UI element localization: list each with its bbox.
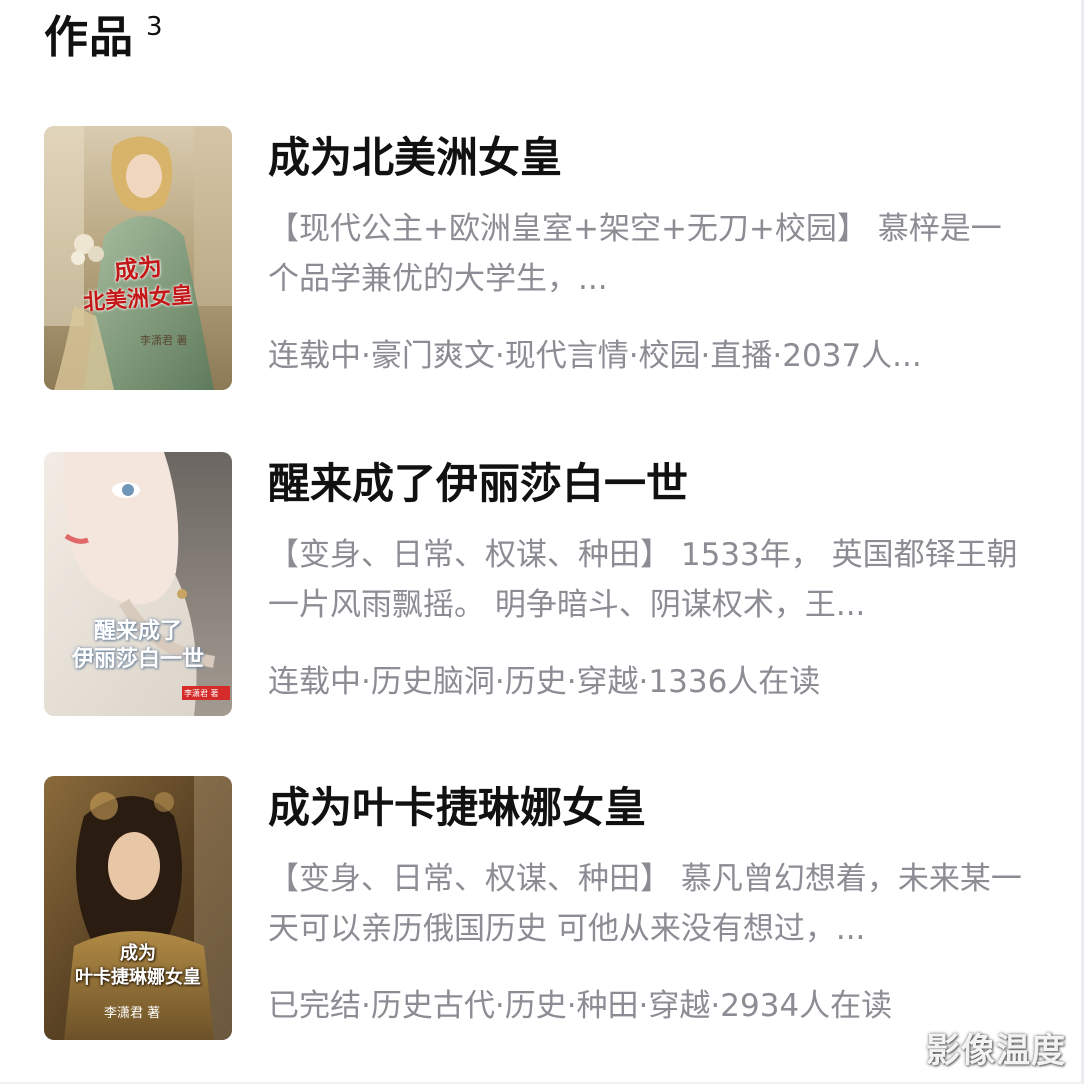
book-cover[interactable]: 成为 北美洲女皇 李潇君 著	[44, 126, 232, 390]
book-description: 【变身、日常、权谋、种田】 1533年， 英国都铎王朝一片风雨飘摇。 明争暗斗、…	[268, 537, 1018, 623]
cover-author: 李潇君 著	[104, 1006, 161, 1021]
book-item[interactable]: 醒来成了 伊丽莎白一世 李潇君 著 醒来成了伊丽莎白一世 【变身、日常、权谋、种…	[44, 452, 1064, 718]
book-title[interactable]: 成为北美洲女皇	[268, 132, 562, 184]
cover-title-line: 醒来成了	[93, 619, 182, 644]
book-description: 【变身、日常、权谋、种田】 慕凡曾幻想着，未来某一天可以亲历俄国历史 可他从来没…	[268, 861, 1022, 947]
book-cover[interactable]: 醒来成了 伊丽莎白一世 李潇君 著	[44, 452, 232, 716]
watermark: 影像温度	[926, 1031, 1066, 1071]
cover-title-line: 伊丽莎白一世	[71, 647, 204, 672]
cover-title-line: 成为	[120, 943, 156, 964]
cover-title-line: 叶卡捷琳娜女皇	[75, 967, 201, 988]
section-count: 3	[146, 12, 163, 42]
book-meta: 连载中·豪门爽文·现代言情·校园·直播·2037人...	[268, 338, 922, 374]
book-item[interactable]: 成为 叶卡捷琳娜女皇 李潇君 著 成为叶卡捷琳娜女皇 【变身、日常、权谋、种田】…	[44, 776, 1064, 1042]
book-item[interactable]: 成为 北美洲女皇 李潇君 著 成为北美洲女皇 【现代公主+欧洲皇室+架空+无刀+…	[44, 126, 1064, 392]
cover-author: 李潇君 著	[184, 689, 219, 698]
book-title[interactable]: 成为叶卡捷琳娜女皇	[268, 782, 646, 834]
cover-author: 李潇君 著	[140, 334, 188, 347]
section-title: 作品	[44, 12, 134, 63]
book-cover[interactable]: 成为 叶卡捷琳娜女皇 李潇君 著	[44, 776, 232, 1040]
book-title[interactable]: 醒来成了伊丽莎白一世	[268, 458, 688, 510]
book-meta: 已完结·历史古代·历史·种田·穿越·2934人在读	[268, 988, 893, 1024]
book-meta: 连载中·历史脑洞·历史·穿越·1336人在读	[268, 664, 821, 700]
book-description: 【现代公主+欧洲皇室+架空+无刀+校园】 慕梓是一个品学兼优的大学生，...	[268, 211, 1002, 297]
